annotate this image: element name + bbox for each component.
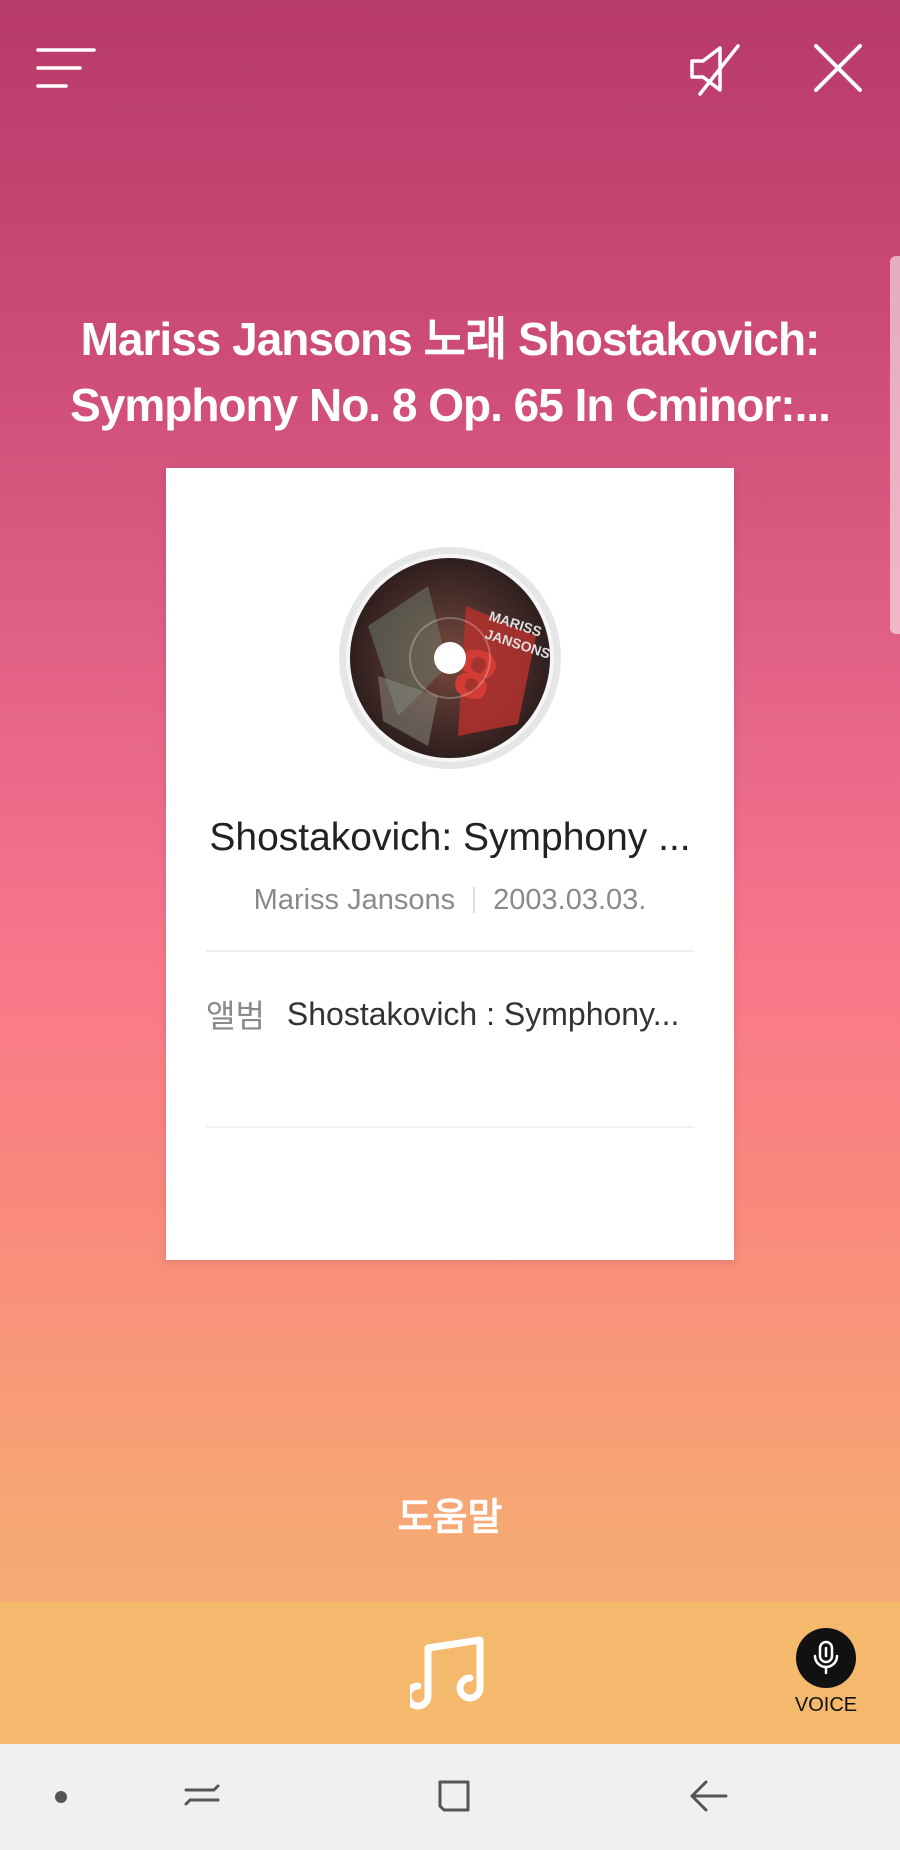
song-result-card[interactable]: MARISS JANSONS 8 Shostakovich: Symphony …	[166, 468, 734, 1260]
bottom-panel: VOICE	[0, 1602, 900, 1744]
album-value: Shostakovich : Symphony...	[286, 995, 680, 1032]
album-label: 앨범	[206, 998, 265, 1034]
card-divider-bottom	[206, 1126, 694, 1128]
microphone-icon	[813, 1640, 839, 1675]
release-date: 2003.03.03.	[493, 883, 647, 916]
result-heading: Mariss Jansons 노래 Shostakovich: Symphony…	[60, 306, 840, 438]
recents-icon[interactable]	[180, 1774, 224, 1818]
close-icon[interactable]	[810, 40, 866, 96]
song-title: Shostakovich: Symphony ...	[209, 816, 691, 859]
card-divider	[206, 950, 694, 952]
meta-separator	[473, 887, 476, 913]
heading-line-1: Mariss Jansons 노래 Shostakovich:	[80, 313, 821, 365]
side-scroll-handle[interactable]	[890, 256, 900, 634]
nav-dot-icon[interactable]	[55, 1791, 67, 1803]
song-meta: Mariss Jansons 2003.03.03.	[206, 880, 694, 920]
menu-icon[interactable]	[36, 44, 96, 92]
sound-off-icon[interactable]	[686, 40, 744, 98]
album-row: 앨범 Shostakovich : Symphony...	[206, 992, 694, 1036]
home-icon[interactable]	[432, 1774, 476, 1818]
artist-name: Mariss Jansons	[253, 883, 456, 916]
music-note-icon[interactable]	[404, 1636, 490, 1714]
system-nav-bar	[0, 1744, 900, 1850]
help-link[interactable]: 도움말	[350, 1486, 550, 1541]
voice-button[interactable]	[796, 1628, 856, 1688]
top-bar	[0, 0, 900, 140]
music-recognition-screen: Mariss Jansons 노래 Shostakovich: Symphony…	[0, 0, 900, 1850]
voice-label: VOICE	[794, 1694, 858, 1716]
album-disc-icon: MARISS JANSONS 8	[338, 546, 562, 770]
back-icon[interactable]	[686, 1774, 730, 1818]
heading-line-2: Symphony No. 8 Op. 65 In Cminor:...	[70, 379, 831, 431]
